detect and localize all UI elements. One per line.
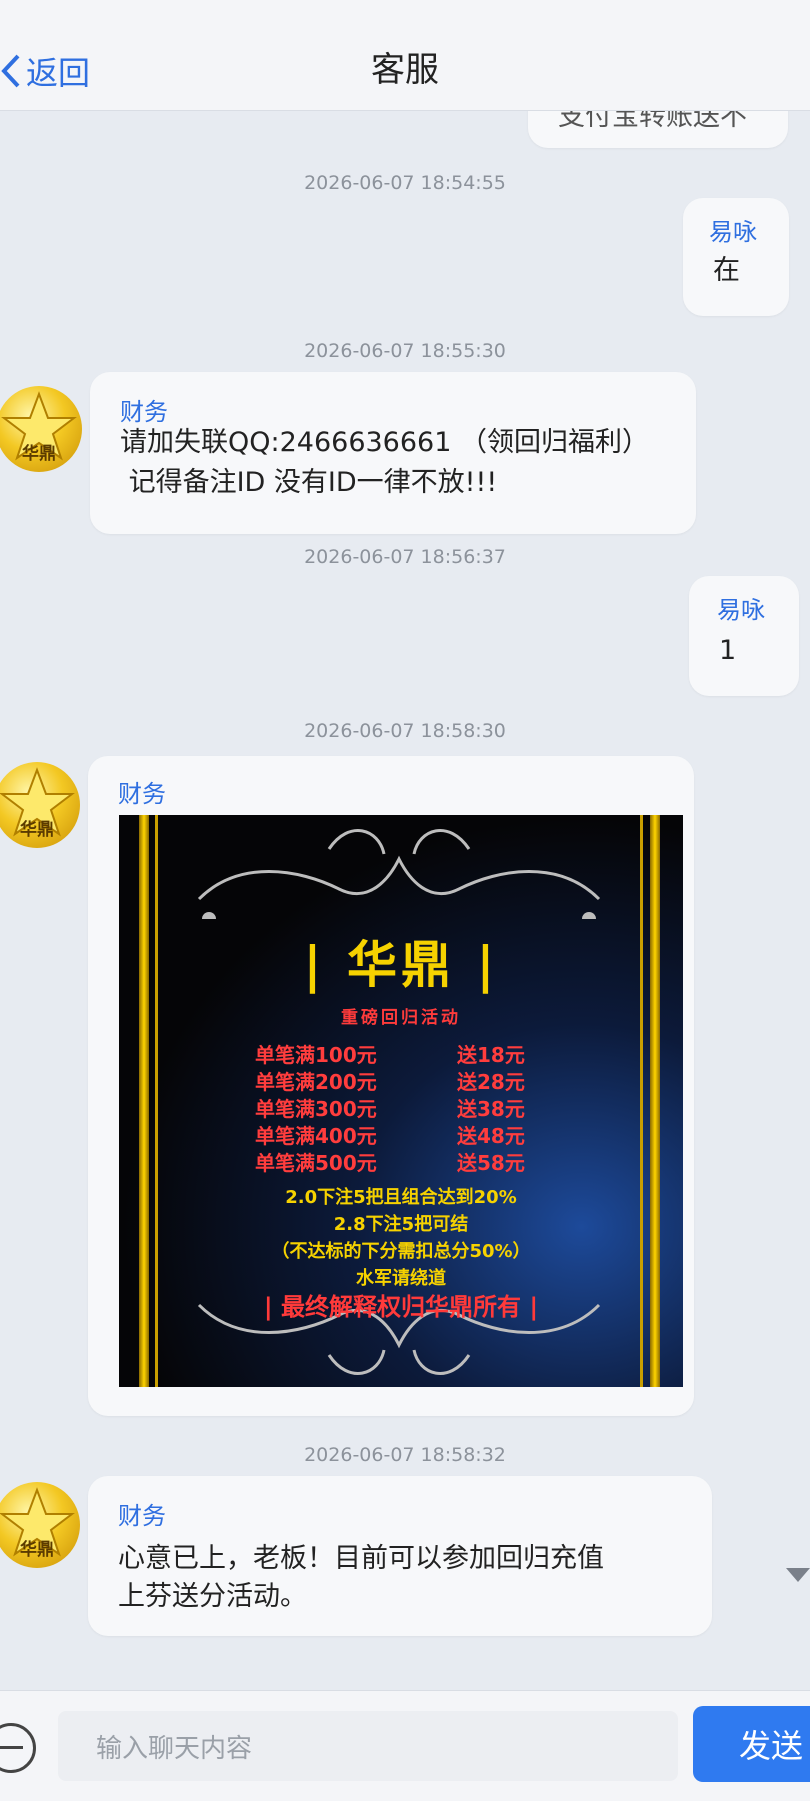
timestamp: 2026-06-07 18:54:55 [304, 172, 506, 194]
avatar-label: 华鼎 [20, 820, 54, 840]
poster-title: | 华鼎 | [303, 935, 499, 994]
timestamp: 2026-06-07 18:56:37 [304, 546, 506, 568]
avatar[interactable]: 华鼎 [0, 762, 80, 848]
sender-name: 易咏 [717, 596, 765, 624]
tier-bonus: 送18元 [457, 1043, 525, 1067]
tier-deposit: 单笔满300元 [255, 1097, 377, 1121]
message-bubble-incoming[interactable]: 财务 心意已上，老板！目前可以参加回归充值 上芬送分活动。 [88, 1476, 712, 1636]
tier-deposit: 单笔满400元 [255, 1124, 377, 1148]
poster-rule: 2.0下注5把且组合达到20% [285, 1187, 517, 1208]
tier-bonus: 送28元 [457, 1070, 525, 1094]
tier-bonus: 送38元 [457, 1097, 525, 1121]
timestamp: 2026-06-07 18:58:32 [304, 1444, 506, 1466]
sender-name: 财务 [118, 780, 166, 808]
message-text-line: 上芬送分活动。 [118, 1581, 307, 1612]
page-title: 客服 [371, 50, 439, 90]
sender-name: 财务 [120, 398, 168, 426]
timestamp: 2026-06-07 18:55:30 [304, 340, 506, 362]
poster-disclaimer: | 最终解释权归华鼎所有 | [263, 1293, 539, 1321]
promo-poster-image[interactable]: | 华鼎 | 重磅回归活动 单笔满100元 送18元 单笔满200元 送28元 … [119, 815, 683, 1387]
tier-deposit: 单笔满500元 [255, 1151, 377, 1175]
message-text-line: 心意已上，老板！目前可以参加回归充值 [118, 1543, 604, 1574]
minus-circle-icon[interactable] [0, 1723, 36, 1773]
poster-rule: 2.8下注5把可结 [333, 1214, 469, 1235]
avatar-label: 华鼎 [22, 444, 56, 464]
tier-deposit: 单笔满100元 [255, 1043, 377, 1067]
avatar[interactable]: 华鼎 [0, 1482, 80, 1568]
chat-input-placeholder: 输入聊天内容 [96, 1733, 253, 1764]
message-text-line: 记得备注ID 没有ID一律不放!!! [120, 467, 498, 498]
avatar[interactable]: 华鼎 [0, 386, 82, 472]
avatar-label: 华鼎 [20, 1540, 54, 1560]
timestamp: 2026-06-07 18:58:30 [304, 720, 506, 742]
message-bubble-outgoing[interactable]: 易咏 在 [683, 198, 789, 316]
tier-deposit: 单笔满200元 [255, 1070, 377, 1094]
chat-input-bar: 输入聊天内容 发送 [0, 1690, 810, 1801]
chat-input[interactable]: 输入聊天内容 [58, 1711, 678, 1781]
message-bubble-incoming[interactable]: 财务 请加失联QQ:2466636661 （领回归福利） 记得备注ID 没有ID… [90, 372, 696, 534]
message-text: 1 [719, 635, 737, 666]
ornament-top-icon [197, 829, 601, 919]
tier-bonus: 送58元 [457, 1151, 525, 1175]
sender-name: 易咏 [709, 218, 757, 246]
scroll-down-icon[interactable] [786, 1568, 810, 1582]
send-button-label: 发送 [739, 1727, 804, 1765]
message-text: 在 [713, 255, 740, 286]
tier-bonus: 送48元 [457, 1124, 525, 1148]
sender-name: 财务 [118, 1502, 166, 1530]
top-nav-bar: 返回 客服 [0, 0, 810, 111]
send-button[interactable]: 发送 [693, 1706, 810, 1782]
poster-rule: （不达标的下分需扣总分50%） [271, 1241, 531, 1262]
message-bubble-outgoing[interactable]: 易咏 1 [689, 576, 799, 696]
message-text-line: 请加失联QQ:2466636661 （领回归福利） [120, 427, 649, 458]
poster-subtitle: 重磅回归活动 [341, 1008, 461, 1028]
